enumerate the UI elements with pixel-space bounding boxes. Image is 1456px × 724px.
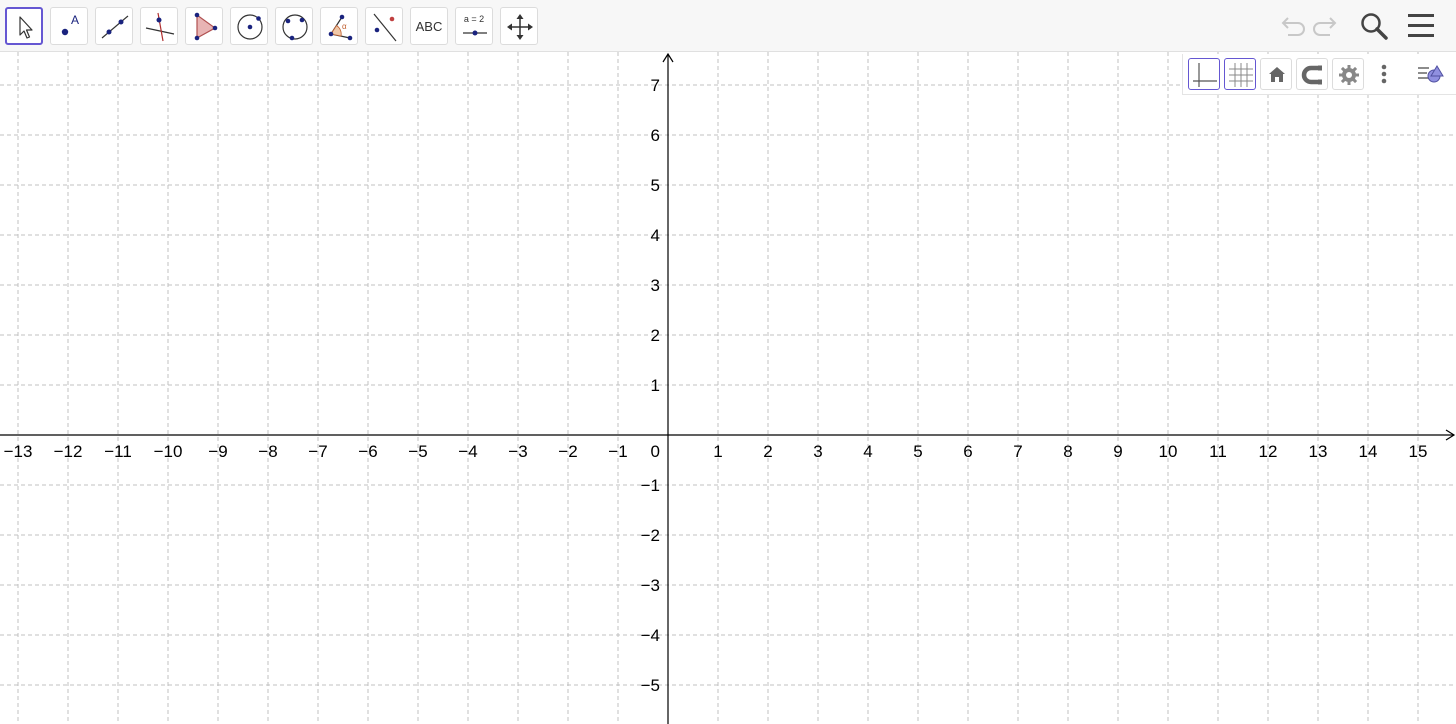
point-tool-label: A — [71, 13, 80, 27]
point-capturing-button[interactable] — [1296, 58, 1328, 90]
x-tick-label: 2 — [763, 442, 772, 461]
x-tick-label: 12 — [1259, 442, 1278, 461]
graphics-settings-button[interactable] — [1332, 58, 1364, 90]
line-icon — [101, 15, 129, 39]
y-tick-label: −5 — [641, 676, 660, 695]
point-icon — [61, 28, 69, 36]
magnet-icon — [1301, 65, 1322, 85]
x-tick-label: −4 — [458, 442, 477, 461]
menu-button[interactable] — [1406, 10, 1438, 42]
x-tick-label: −7 — [308, 442, 327, 461]
angle-icon — [328, 14, 353, 41]
y-tick-label: 6 — [651, 126, 660, 145]
standard-view-button[interactable] — [1260, 58, 1292, 90]
y-tick-label: 5 — [651, 176, 660, 195]
gear-icon — [1339, 65, 1359, 85]
x-tick-label: 6 — [963, 442, 972, 461]
polygon-icon — [194, 12, 218, 41]
search-button[interactable] — [1358, 10, 1390, 42]
point-tool[interactable]: A — [50, 7, 88, 45]
x-tick-label: 7 — [1013, 442, 1022, 461]
origin-label: 0 — [651, 442, 660, 461]
y-tick-label: 3 — [651, 276, 660, 295]
axes-icon — [1193, 63, 1217, 87]
toolbar: A α ABC a = 2 — [0, 0, 1456, 52]
x-tick-label: −3 — [508, 442, 527, 461]
grid — [0, 52, 1456, 724]
x-tick-label: −11 — [104, 442, 132, 461]
y-tick-label: 1 — [651, 376, 660, 395]
y-tick-label: −1 — [641, 476, 660, 495]
grid-icon — [1229, 63, 1253, 87]
redo-button[interactable] — [1312, 10, 1344, 42]
x-tick-label: 9 — [1113, 442, 1122, 461]
circle-center-icon — [237, 14, 263, 40]
x-tick-label: −8 — [258, 442, 277, 461]
kebab-icon — [1381, 64, 1387, 84]
x-tick-label: 14 — [1359, 442, 1378, 461]
circle-three-points-tool[interactable] — [275, 7, 313, 45]
x-tick-label: −2 — [558, 442, 577, 461]
graphics-style-bar — [1182, 54, 1456, 95]
perpendicular-line-tool[interactable] — [140, 7, 178, 45]
reflect-tool[interactable] — [365, 7, 403, 45]
x-tick-label: −13 — [4, 442, 33, 461]
more-options-button[interactable] — [1368, 58, 1400, 90]
circle-center-point-tool[interactable] — [230, 7, 268, 45]
x-tick-label: 8 — [1063, 442, 1072, 461]
move-arrows-icon — [507, 14, 533, 40]
home-icon — [1269, 67, 1285, 82]
angle-tool-label: α — [342, 22, 347, 31]
text-icon: ABC — [415, 18, 443, 34]
undo-button[interactable] — [1274, 10, 1306, 42]
graphics-view[interactable]: −13 −12 −11 −10 −9 −8 −7 −6 −5 −4 −3 −2 −1 1 2 3 4 5 6 7 8 9 1… — [0, 52, 1456, 724]
x-tick-label: 5 — [913, 442, 922, 461]
x-tick-label: 3 — [813, 442, 822, 461]
slider-tool[interactable]: a = 2 — [455, 7, 493, 45]
x-tick-label: −5 — [408, 442, 427, 461]
angle-tool[interactable]: α — [320, 7, 358, 45]
perpendicular-line-icon — [145, 12, 175, 42]
y-tick-label: 2 — [651, 326, 660, 345]
reflect-icon — [373, 13, 397, 42]
text-tool[interactable]: ABC — [410, 7, 448, 45]
arrow-cursor-icon — [19, 16, 33, 39]
x-tick-label: 1 — [713, 442, 722, 461]
y-tick-label: 4 — [651, 226, 660, 245]
circle-three-points-icon — [282, 14, 308, 41]
hamburger-menu-icon — [1408, 14, 1434, 37]
slider-icon — [463, 30, 487, 36]
y-tick-label: −3 — [641, 576, 660, 595]
toggle-style-bar-button[interactable] — [1415, 58, 1447, 90]
x-tick-label: −1 — [608, 442, 627, 461]
x-tick-label: 13 — [1309, 442, 1328, 461]
toggle-grid-button[interactable] — [1224, 58, 1256, 90]
y-tick-label: −2 — [641, 526, 660, 545]
y-tick-label: −4 — [641, 626, 660, 645]
redo-icon — [1313, 17, 1337, 36]
move-tool[interactable] — [5, 7, 43, 45]
x-tick-label: −10 — [154, 442, 183, 461]
polygon-tool[interactable] — [185, 7, 223, 45]
x-tick-label: −9 — [208, 442, 227, 461]
style-bar-icon — [1418, 65, 1444, 83]
move-graphics-view-tool[interactable] — [500, 7, 538, 45]
x-tick-label: 10 — [1159, 442, 1178, 461]
x-tick-label: 15 — [1409, 442, 1428, 461]
toggle-axes-button[interactable] — [1188, 58, 1220, 90]
x-tick-label: 4 — [863, 442, 872, 461]
x-tick-label: 11 — [1209, 442, 1227, 461]
y-tick-label: 7 — [651, 76, 660, 95]
x-tick-label: −6 — [358, 442, 377, 461]
undo-icon — [1281, 17, 1305, 36]
x-tick-label: −12 — [54, 442, 83, 461]
search-icon — [1361, 13, 1388, 40]
line-tool[interactable] — [95, 7, 133, 45]
